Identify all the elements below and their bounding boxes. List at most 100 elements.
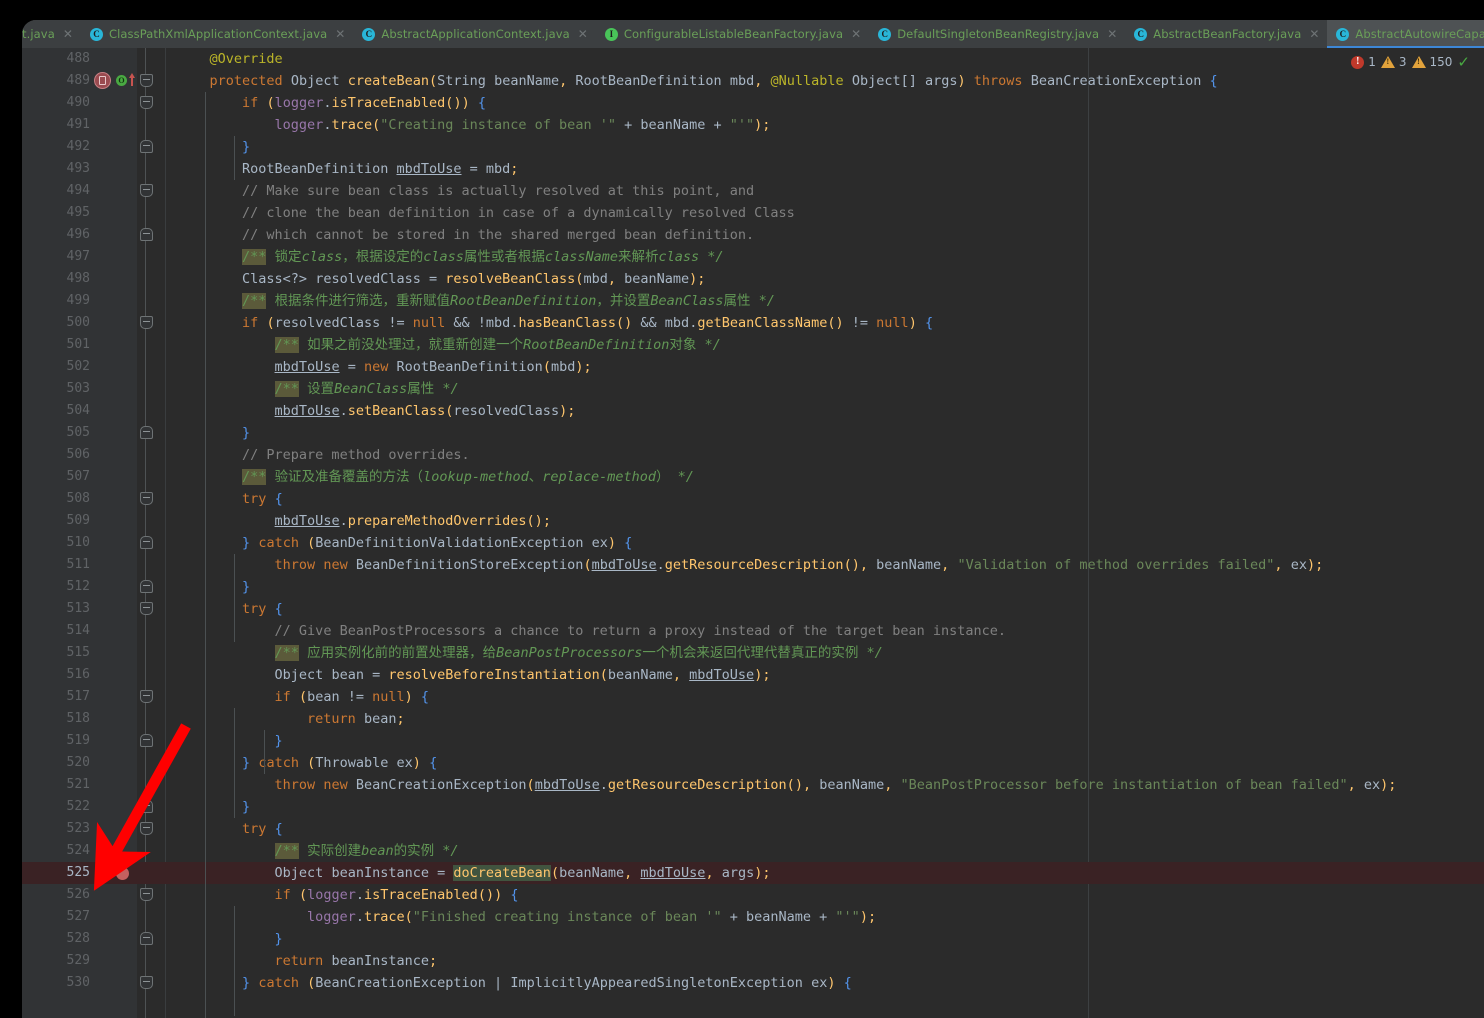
line-number: 501	[66, 337, 90, 352]
code-fold-marker[interactable]	[140, 976, 153, 989]
code-line[interactable]: 522 }	[22, 796, 1484, 818]
editor-tab-label: AbstractBeanFactory.java	[1153, 27, 1302, 41]
line-number: 500	[66, 315, 90, 330]
class-icon: C	[89, 27, 103, 41]
code-fold-marker[interactable]	[140, 316, 153, 329]
code-line[interactable]: 516 Object bean = resolveBeforeInstantia…	[22, 664, 1484, 686]
code-lines[interactable]: 488 @Override 489 O protected Object creat…	[22, 48, 1484, 1018]
code-fold-marker[interactable]	[140, 888, 153, 901]
code-line[interactable]: 525 Object beanInstance = doCreateBean(b…	[22, 862, 1484, 884]
code-line[interactable]: 528 }	[22, 928, 1484, 950]
code-line[interactable]: 512 }	[22, 576, 1484, 598]
indent-guide	[234, 136, 235, 180]
code-line[interactable]: 499 /** 根据条件进行筛选，重新赋值RootBeanDefinition，…	[22, 290, 1484, 312]
code-text: throw new BeanCreationException(mbdToUse…	[274, 777, 1397, 793]
tab-close-icon[interactable]: ✕	[333, 28, 345, 40]
editor-tab-bar[interactable]: t.java ✕ C ClassPathXmlApplicationContext.j…	[22, 20, 1484, 48]
line-number: 517	[66, 689, 90, 704]
code-line[interactable]: 501 /** 如果之前没处理过，就重新创建一个RootBeanDefiniti…	[22, 334, 1484, 356]
code-line[interactable]: 491 logger.trace("Creating instance of b…	[22, 114, 1484, 136]
editor-tab-active[interactable]: C AbstractAutowireCapableBeanFactory.java…	[1327, 20, 1484, 48]
code-line[interactable]: 504 mbdToUse.setBeanClass(resolvedClass)…	[22, 400, 1484, 422]
code-fold-marker[interactable]	[140, 426, 153, 439]
code-editor[interactable]: 488 @Override 489 O protected Object creat…	[22, 48, 1484, 1018]
editor-tab[interactable]: C AbstractApplicationContext.java ✕	[353, 20, 596, 48]
line-number: 513	[66, 601, 90, 616]
code-line[interactable]: 497 /** 锁定class，根据设定的class属性或者根据classNam…	[22, 246, 1484, 268]
code-fold-marker[interactable]	[140, 140, 153, 153]
code-line[interactable]: 513 try {	[22, 598, 1484, 620]
code-fold-marker[interactable]	[140, 184, 153, 197]
code-fold-marker[interactable]	[140, 74, 153, 87]
code-fold-marker[interactable]	[140, 492, 153, 505]
editor-tab[interactable]: C ClassPathXmlApplicationContext.java ✕	[80, 20, 354, 48]
code-line[interactable]: 506 // Prepare method overrides.	[22, 444, 1484, 466]
code-line[interactable]: 490 if (logger.isTraceEnabled()) {	[22, 92, 1484, 114]
code-fold-marker[interactable]	[140, 800, 153, 813]
editor-tab[interactable]: C DefaultSingletonBeanRegistry.java ✕	[869, 20, 1126, 48]
code-line[interactable]: 507 /** 验证及准备覆盖的方法（lookup-method、replace…	[22, 466, 1484, 488]
code-line[interactable]: 496 // which cannot be stored in the sha…	[22, 224, 1484, 246]
code-line[interactable]: 517 if (bean != null) {	[22, 686, 1484, 708]
code-fold-marker[interactable]	[140, 602, 153, 615]
code-line[interactable]: 493 RootBeanDefinition mbdToUse = mbd;	[22, 158, 1484, 180]
code-line[interactable]: 494 // Make sure bean class is actually …	[22, 180, 1484, 202]
editor-tab[interactable]: I ConfigurableListableBeanFactory.java ✕	[595, 20, 870, 48]
code-line[interactable]: 489 O protected Object createBean(String …	[22, 70, 1484, 92]
fold-minus-glyph	[143, 585, 150, 586]
fold-box	[140, 96, 153, 109]
editor-tab[interactable]: C AbstractBeanFactory.java ✕	[1125, 20, 1328, 48]
fold-box	[140, 140, 153, 153]
code-line[interactable]: 509 mbdToUse.prepareMethodOverrides();	[22, 510, 1484, 532]
code-line[interactable]: 515 /** 应用实例化前的前置处理器，给BeanPostProcessors…	[22, 642, 1484, 664]
code-fold-marker[interactable]	[140, 734, 153, 747]
code-line[interactable]: 521 throw new BeanCreationException(mbdT…	[22, 774, 1484, 796]
code-line[interactable]: 492 }	[22, 136, 1484, 158]
tab-close-icon[interactable]: ✕	[61, 28, 73, 40]
code-text: /** 设置BeanClass属性 */	[274, 381, 459, 397]
code-line[interactable]: 500 if (resolvedClass != null && !mbd.ha…	[22, 312, 1484, 334]
code-line[interactable]: 529 return beanInstance;	[22, 950, 1484, 972]
tab-close-icon[interactable]: ✕	[1307, 28, 1319, 40]
tab-close-icon[interactable]: ✕	[849, 28, 861, 40]
code-fold-marker[interactable]	[140, 228, 153, 241]
code-line[interactable]: 526 if (logger.isTraceEnabled()) {	[22, 884, 1484, 906]
code-fold-marker[interactable]	[140, 932, 153, 945]
tab-close-icon[interactable]: ✕	[1105, 28, 1117, 40]
code-fold-marker[interactable]	[140, 536, 153, 549]
overriding-method-icon[interactable]: O	[116, 75, 127, 86]
code-fold-marker[interactable]	[140, 690, 153, 703]
code-fold-marker[interactable]	[140, 822, 153, 835]
inspection-status-widget[interactable]: ! 1 3 150 ✓	[1351, 52, 1470, 72]
code-line[interactable]: 502 mbdToUse = new RootBeanDefinition(mb…	[22, 356, 1484, 378]
code-line[interactable]: 488 @Override	[22, 48, 1484, 70]
code-line[interactable]: 508 try {	[22, 488, 1484, 510]
code-line[interactable]: 495 // clone the bean definition in case…	[22, 202, 1484, 224]
code-line[interactable]: 511 throw new BeanDefinitionStoreExcepti…	[22, 554, 1484, 576]
code-line[interactable]: 518 return bean;	[22, 708, 1484, 730]
inspections-ok-icon[interactable]: ✓	[1457, 54, 1470, 70]
code-line[interactable]: 530 } catch (BeanCreationException | Imp…	[22, 972, 1484, 994]
tab-close-icon[interactable]: ✕	[576, 28, 588, 40]
line-number: 524	[66, 843, 90, 858]
method-breakpoint-icon[interactable]	[94, 72, 111, 89]
code-line[interactable]: 523 try {	[22, 818, 1484, 840]
code-line[interactable]: 527 logger.trace("Finished creating inst…	[22, 906, 1484, 928]
line-number: 490	[66, 95, 90, 110]
error-icon: !	[1351, 55, 1365, 69]
code-line[interactable]: 520 } catch (Throwable ex) {	[22, 752, 1484, 774]
code-text: /** 锁定class，根据设定的class属性或者根据className来解析…	[242, 249, 724, 265]
code-line[interactable]: 524 /** 实际创建bean的实例 */	[22, 840, 1484, 862]
code-line[interactable]: 519 }	[22, 730, 1484, 752]
line-number: 507	[66, 469, 90, 484]
code-line[interactable]: 498 Class<?> resolvedClass = resolveBean…	[22, 268, 1484, 290]
code-line[interactable]: 505 }	[22, 422, 1484, 444]
code-line[interactable]: 503 /** 设置BeanClass属性 */	[22, 378, 1484, 400]
indent-guide	[234, 906, 235, 1016]
code-fold-marker[interactable]	[140, 96, 153, 109]
code-fold-marker[interactable]	[140, 580, 153, 593]
breakpoint-icon[interactable]	[116, 867, 129, 880]
editor-tab[interactable]: t.java ✕	[22, 20, 81, 48]
code-line[interactable]: 514 // Give BeanPostProcessors a chance …	[22, 620, 1484, 642]
code-line[interactable]: 510 } catch (BeanDefinitionValidationExc…	[22, 532, 1484, 554]
